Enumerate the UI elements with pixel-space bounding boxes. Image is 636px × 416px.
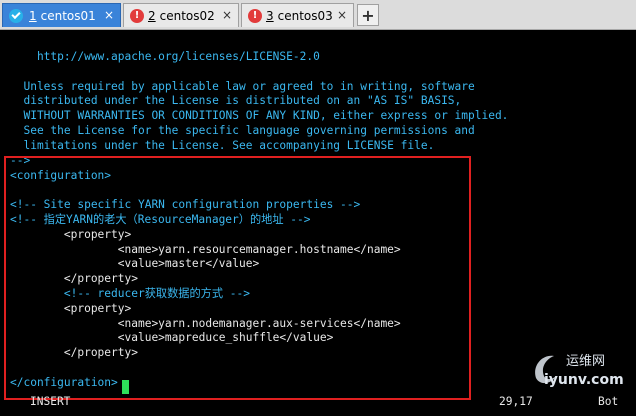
close-icon[interactable]: ×	[222, 8, 232, 22]
terminal-line: <value>master</value>	[10, 257, 260, 270]
tab-number: 1	[29, 8, 37, 23]
tab-label: centos02	[159, 8, 215, 23]
terminal-line: See the License for the specific languag…	[10, 124, 475, 137]
terminal-line: <property>	[10, 228, 132, 241]
terminal-line: <configuration>	[10, 169, 112, 182]
tab-centos01[interactable]: 1 centos01 ×	[2, 3, 121, 27]
terminal-line: </property>	[10, 346, 138, 359]
terminal-line: <!-- 指定YARN的老大（ResourceManager）的地址 -->	[10, 213, 311, 226]
terminal-line: </configuration>	[10, 376, 118, 389]
terminal-line: <name>yarn.nodemanager.aux-services</nam…	[10, 317, 401, 330]
new-tab-button[interactable]: +	[357, 4, 379, 26]
terminal-line: WITHOUT WARRANTIES OR CONDITIONS OF ANY …	[10, 109, 509, 122]
watermark-text: 运维网	[566, 354, 606, 369]
tab-number: 3	[266, 8, 274, 23]
connected-icon	[9, 8, 23, 23]
tab-centos03[interactable]: ! 3 centos03 ×	[241, 3, 354, 27]
text-cursor	[122, 380, 129, 394]
warning-icon: !	[130, 8, 144, 23]
tab-label: centos03	[277, 8, 333, 23]
terminal-line: Unless required by applicable law or agr…	[10, 80, 475, 93]
warning-icon: !	[248, 8, 262, 23]
terminal-line: <property>	[10, 302, 132, 315]
close-icon[interactable]: ×	[337, 8, 347, 22]
terminal-line: <value>mapreduce_shuffle</value>	[10, 331, 334, 344]
terminal-line: <!-- reducer获取数据的方式 -->	[10, 287, 250, 300]
terminal-line: http://www.apache.org/licenses/LICENSE-2…	[10, 50, 320, 63]
tab-bar: 1 centos01 × ! 2 centos02 × ! 3 centos03…	[0, 0, 636, 30]
watermark-domain: iyunv.com	[544, 372, 624, 388]
tab-number: 2	[148, 8, 156, 23]
vim-mode-indicator: INSERT	[30, 395, 71, 408]
terminal-line: <!-- Site specific YARN configuration pr…	[10, 198, 361, 211]
tab-centos02[interactable]: ! 2 centos02 ×	[123, 3, 239, 27]
terminal-line: limitations under the License. See accom…	[10, 139, 435, 152]
terminal-line: distributed under the License is distrib…	[10, 94, 462, 107]
terminal-line: -->	[10, 154, 31, 167]
watermark-logo: 运维网 iyunv.com	[528, 348, 634, 414]
close-icon[interactable]: ×	[104, 8, 114, 22]
tab-label: centos01	[40, 8, 96, 23]
terminal-line: <name>yarn.resourcemanager.hostname</nam…	[10, 243, 401, 256]
terminal-line: </property>	[10, 272, 138, 285]
